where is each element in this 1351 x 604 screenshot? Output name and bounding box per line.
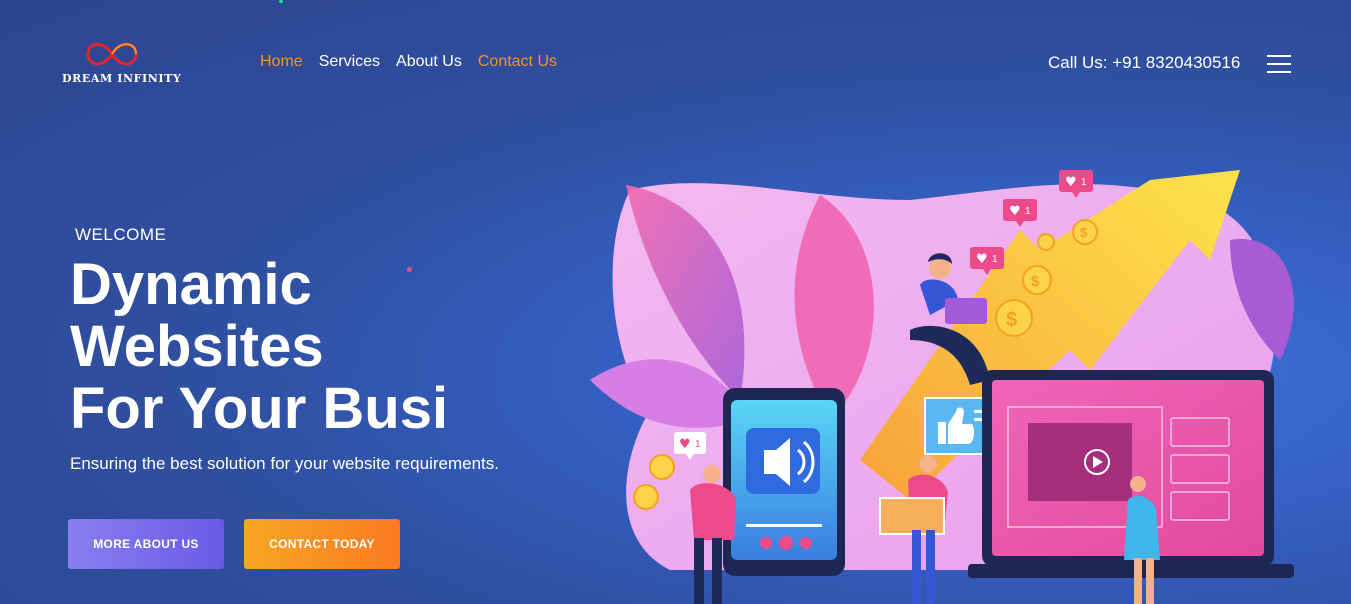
infinity-logo-icon [86,42,138,66]
svg-text:♥: ♥ [679,437,691,452]
headline-line: Dynamic [70,252,312,317]
badge-count: 1 [1025,206,1031,217]
svg-text:♥: ♥ [1065,175,1077,190]
decorative-dot [279,0,283,3]
nav-services[interactable]: Services [319,53,380,71]
svg-text:♥: ♥ [976,252,988,267]
badge-count: 1 [992,254,998,265]
main-nav: Home Services About Us Contact Us [260,53,557,71]
svg-text:♥: ♥ [1009,204,1021,219]
brand-logo[interactable]: DREAM INFINITY [60,38,182,90]
coin-icon [1037,233,1055,251]
nav-home[interactable]: Home [260,53,303,71]
brand-name: DREAM INFINITY [62,72,182,85]
svg-text:$: $ [1006,309,1017,331]
hero-subtitle: Ensuring the best solution for your webs… [70,454,500,473]
contact-today-button[interactable]: CONTACT TODAY [244,519,400,569]
coin-icon: $ [995,299,1033,337]
headline-line: Websites [70,314,324,379]
call-us-text[interactable]: Call Us: +91 8320430516 [1048,53,1240,73]
hero-headline: Dynamic Websites For Your Busi [70,254,448,440]
phone-device [723,388,845,576]
svg-text:$: $ [1080,225,1088,240]
headline-line: For Your Busi [70,376,449,441]
more-about-us-button[interactable]: MORE ABOUT US [68,519,224,569]
coin-icon: $ [1022,265,1052,295]
hero-eyebrow: WELCOME [75,225,167,244]
coin-icon [649,454,675,480]
hamburger-menu-icon[interactable] [1267,54,1291,74]
coin-icon: $ [1072,219,1098,245]
nav-contact-us[interactable]: Contact Us [478,53,557,71]
nav-about-us[interactable]: About Us [396,53,462,71]
badge-count: 1 [1081,177,1087,188]
hero-illustration: $ $ $ $ ♥ 1 ♥ 1 ♥ 1 ♥ 1 ♥ 1 [590,170,1294,604]
site-header: DREAM INFINITY Home Services About Us Co… [0,0,1351,120]
svg-text:$: $ [1031,273,1040,290]
coin-icon [633,484,659,510]
badge-count: 1 [695,439,701,450]
